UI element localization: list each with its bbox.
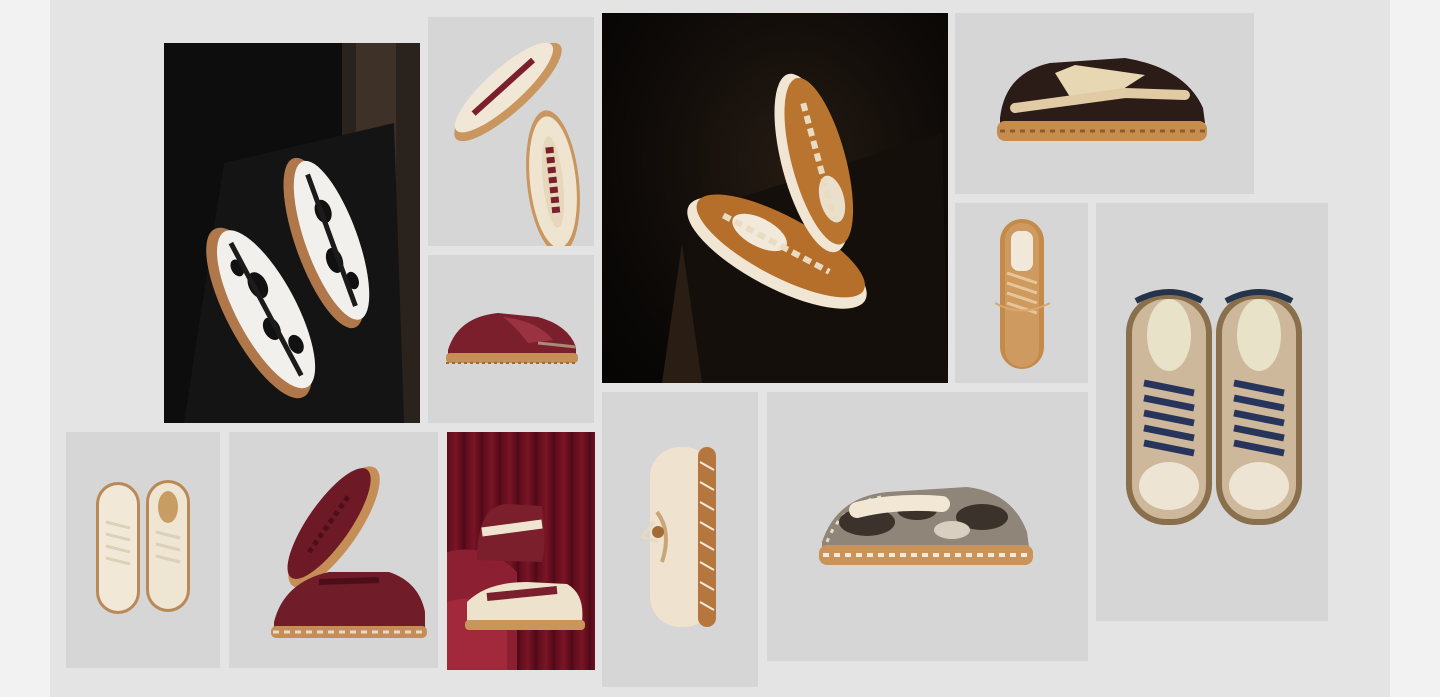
cream-sneakers-image — [96, 480, 190, 614]
photo-burgundy-high-top-curtain[interactable] — [447, 432, 595, 670]
photo-pony-hair-tan-pair[interactable] — [602, 13, 948, 383]
photo-collage — [50, 0, 1390, 697]
python-print-sneaker-image — [819, 487, 1033, 565]
photo-burgundy-suede-side[interactable] — [428, 255, 594, 423]
dark-brown-sneaker-image — [997, 58, 1207, 141]
cow-print-sneakers-image — [164, 43, 420, 423]
photo-cow-print-pair[interactable] — [164, 43, 420, 423]
photo-python-shearling-side[interactable] — [767, 392, 1088, 661]
pony-hair-sneakers-image — [662, 73, 948, 383]
photo-blue-lace-shearling-pair[interactable] — [1096, 203, 1328, 621]
photo-cream-sole-view[interactable] — [602, 392, 758, 687]
tan-sneaker-top-view-image — [994, 219, 1051, 369]
cream-sneaker-sole-view-image — [639, 447, 716, 627]
photo-tan-top-view[interactable] — [955, 203, 1088, 383]
photo-cream-pair-top[interactable] — [66, 432, 220, 668]
photo-dark-brown-pony-side[interactable] — [955, 13, 1254, 194]
photo-shearling-burgundy-pair[interactable] — [428, 17, 594, 246]
burgundy-textured-sneakers-image — [271, 466, 427, 638]
shearling-sneakers-image — [454, 42, 580, 246]
burgundy-suede-sneaker-image — [446, 313, 578, 364]
photo-burgundy-textured-pair[interactable] — [229, 432, 438, 668]
burgundy-high-top-image — [447, 504, 585, 670]
navy-lace-shearling-sneakers-image — [1126, 289, 1302, 525]
